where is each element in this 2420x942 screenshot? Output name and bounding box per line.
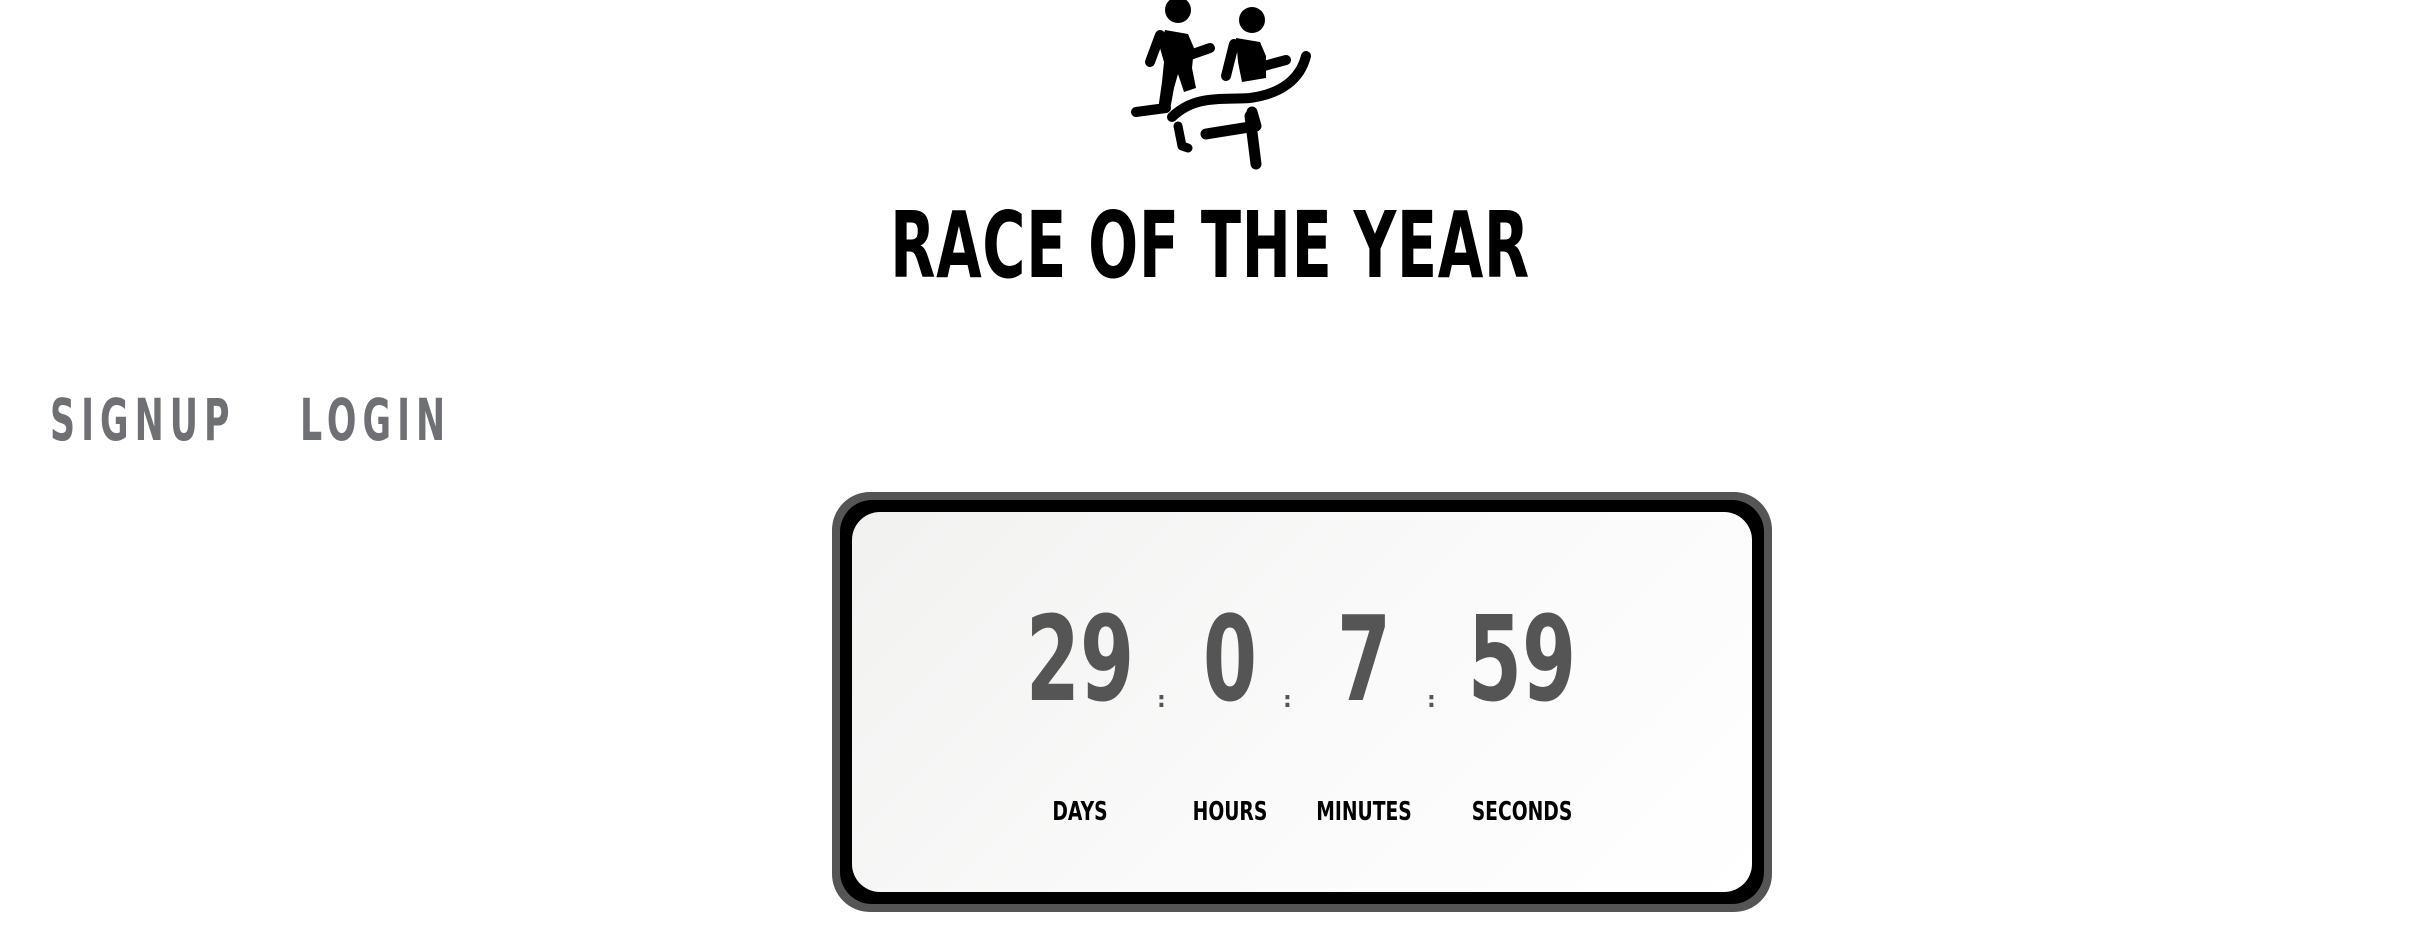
page-title: RACE OF THE YEAR [890,192,1530,299]
signup-link[interactable]: SIGNUP [50,386,235,454]
minutes-value: 7 [1336,590,1392,728]
minutes-label: MINUTES [1316,797,1412,827]
days-label: DAYS [1052,797,1108,827]
hours-value: 0 [1202,590,1258,728]
runners-logo-icon [1131,0,1311,170]
seconds-label: SECONDS [1471,797,1573,827]
seconds-value: 59 [1467,590,1577,728]
separator: : [1427,688,1436,713]
separator: : [1283,688,1292,713]
hours-label: HOURS [1192,797,1268,827]
login-link[interactable]: LOGIN [300,386,451,454]
days-value: 29 [1025,590,1135,728]
